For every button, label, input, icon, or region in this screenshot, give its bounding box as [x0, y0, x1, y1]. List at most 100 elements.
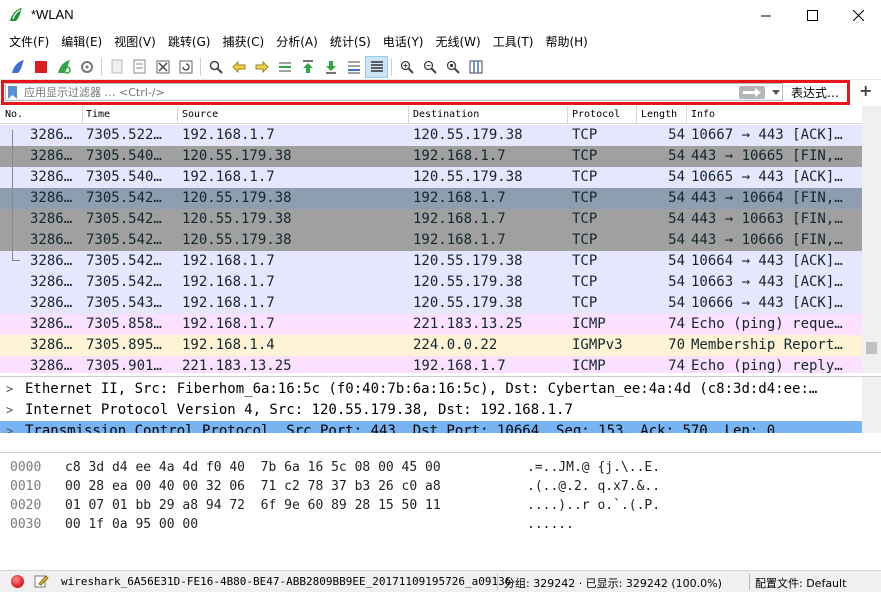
open-file-button[interactable] [105, 56, 128, 78]
details-scrollbar[interactable] [862, 377, 881, 433]
packet-row[interactable]: 3286… 7305.901… 221.183.13.25 192.168.1.7 IC… [0, 356, 862, 373]
scrollbar-thumb[interactable] [866, 342, 877, 354]
packet-list-scrollbar[interactable] [862, 106, 881, 373]
add-filter-button[interactable]: + [859, 81, 872, 100]
menu-capture[interactable]: 捕获(C) [216, 31, 270, 54]
menu-file[interactable]: 文件(F) [3, 31, 55, 54]
chevron-right-icon[interactable]: > [6, 379, 13, 400]
start-capture-button[interactable] [6, 56, 29, 78]
packet-row[interactable]: 3286… 7305.542… 192.168.1.7 120.55.179.38 TC… [0, 251, 862, 272]
packet-row[interactable]: 3286… 7305.542… 120.55.179.38 192.168.1.7 TC… [0, 230, 862, 251]
byte-ascii[interactable]: .(..@.2. q.x7.&.. [527, 477, 660, 496]
column-header-length[interactable]: Length [641, 109, 677, 120]
cell-source: 120.55.179.38 [182, 148, 292, 164]
file-icon [111, 59, 122, 74]
cell-protocol: TCP [572, 190, 598, 206]
column-separator [686, 106, 687, 124]
cell-destination: 192.168.1.7 [413, 211, 506, 227]
toolbar-separator [391, 57, 392, 76]
go-to-packet-button[interactable] [273, 56, 296, 78]
packet-row[interactable]: 3286… 7305.895… 192.168.1.4 224.0.0.22 IGMPv… [0, 335, 862, 356]
chevron-right-icon[interactable]: > [6, 400, 13, 421]
byte-offset[interactable]: 0000 [10, 458, 41, 477]
column-header-info[interactable]: Info [691, 109, 715, 120]
packet-row[interactable]: 3286… 7305.540… 192.168.1.7 120.55.179.38 TC… [0, 167, 862, 188]
byte-ascii[interactable]: .=..JM.@ {j.\..E. [527, 458, 660, 477]
capture-options-button[interactable] [75, 56, 98, 78]
packet-row[interactable]: 3286… 7305.540… 120.55.179.38 192.168.1.7 TC… [0, 146, 862, 167]
byte-offset[interactable]: 0010 [10, 477, 41, 496]
byte-ascii[interactable]: ...... [527, 515, 574, 534]
autoscroll-icon [347, 61, 360, 73]
save-file-button[interactable] [128, 56, 151, 78]
restart-capture-button[interactable] [52, 56, 75, 78]
byte-offset[interactable]: 0020 [10, 496, 41, 515]
detail-row[interactable]: > Ethernet II, Src: Fiberhom_6a:16:5c (f0… [0, 379, 862, 400]
resize-columns-button[interactable] [464, 56, 487, 78]
menu-wireless[interactable]: 无线(W) [430, 31, 487, 54]
byte-hex[interactable]: 01 07 01 bb 29 a8 94 72 6f 9e 60 89 28 1… [65, 496, 441, 515]
title-bar: *WLAN [0, 0, 881, 31]
cell-protocol: ICMP [572, 316, 606, 332]
maximize-button[interactable] [789, 0, 835, 31]
packet-row[interactable]: 3286… 7305.542… 192.168.1.7 120.55.179.38 TC… [0, 272, 862, 293]
column-header-destination[interactable]: Destination [413, 109, 479, 120]
close-file-button[interactable] [151, 56, 174, 78]
packet-row[interactable]: 3286… 7305.542… 120.55.179.38 192.168.1.7 TC… [0, 209, 862, 230]
column-header-no[interactable]: No. [5, 109, 23, 120]
packet-row[interactable]: 3286… 7305.542… 120.55.179.38 192.168.1.7 TC… [0, 188, 862, 209]
cell-no: 3286… [30, 148, 73, 164]
menu-go[interactable]: 跳转(G) [162, 31, 217, 54]
packet-bytes: 0000 c8 3d d4 ee 4a 4d f0 40 7b 6a 16 5c … [0, 452, 881, 567]
cell-time: 7305.542… [86, 253, 162, 269]
byte-ascii[interactable]: ....)..r o.`.(.P. [527, 496, 660, 515]
find-packet-button[interactable] [204, 56, 227, 78]
column-header-source[interactable]: Source [182, 109, 218, 120]
colorize-button[interactable] [365, 55, 388, 78]
byte-hex[interactable]: 00 1f 0a 95 00 00 [65, 515, 198, 534]
cell-info: Echo (ping) reque… [691, 316, 843, 332]
detail-row[interactable]: > Internet Protocol Version 4, Src: 120.5… [0, 400, 862, 421]
menu-analyze[interactable]: 分析(A) [270, 31, 324, 54]
expert-info-icon[interactable] [11, 575, 24, 588]
detail-row[interactable]: > Transmission Control Protocol, Src Port… [0, 421, 862, 433]
close-button[interactable] [835, 0, 881, 31]
stop-capture-button[interactable] [29, 56, 52, 78]
cell-protocol: IGMPv3 [572, 337, 623, 353]
highlight-box [1, 80, 850, 105]
minimize-button[interactable] [743, 0, 789, 31]
menu-view[interactable]: 视图(V) [108, 31, 162, 54]
first-packet-button[interactable] [296, 56, 319, 78]
cell-protocol: ICMP [572, 358, 606, 373]
binary-file-icon [133, 59, 146, 74]
packet-row[interactable]: 3286… 7305.543… 192.168.1.7 120.55.179.38 TC… [0, 293, 862, 314]
zoom-out-button[interactable] [418, 56, 441, 78]
byte-hex[interactable]: 00 28 ea 00 40 00 32 06 71 c2 78 37 b3 2… [65, 477, 441, 496]
byte-offset[interactable]: 0030 [10, 515, 41, 534]
go-forward-button[interactable] [250, 56, 273, 78]
packet-row[interactable]: 3286… 7305.522… 192.168.1.7 120.55.179.38 TC… [0, 125, 862, 146]
menu-telephony[interactable]: 电话(Y) [377, 31, 430, 54]
status-divider [497, 574, 498, 590]
menu-help[interactable]: 帮助(H) [539, 31, 593, 54]
menu-statistics[interactable]: 统计(S) [324, 31, 377, 54]
menu-edit[interactable]: 编辑(E) [55, 31, 108, 54]
last-packet-button[interactable] [319, 56, 342, 78]
capture-comment-icon[interactable] [33, 573, 49, 589]
arrow-up-icon [302, 59, 313, 73]
cell-protocol: TCP [572, 127, 598, 143]
column-header-protocol[interactable]: Protocol [572, 109, 620, 120]
chevron-right-icon[interactable]: > [6, 421, 13, 433]
profile-label[interactable]: 配置文件: Default [755, 575, 846, 591]
column-header-time[interactable]: Time [86, 109, 110, 120]
cell-time: 7305.540… [86, 148, 162, 164]
packet-row[interactable]: 3286… 7305.858… 192.168.1.7 221.183.13.25 IC… [0, 314, 862, 335]
reload-file-button[interactable] [174, 56, 197, 78]
go-back-button[interactable] [227, 56, 250, 78]
autoscroll-button[interactable] [342, 56, 365, 78]
zoom-in-button[interactable] [395, 56, 418, 78]
byte-hex[interactable]: c8 3d d4 ee 4a 4d f0 40 7b 6a 16 5c 08 0… [65, 458, 441, 477]
menu-tools[interactable]: 工具(T) [487, 31, 540, 54]
normal-size-button[interactable] [441, 56, 464, 78]
detail-text: Transmission Control Protocol, Src Port:… [25, 423, 776, 433]
